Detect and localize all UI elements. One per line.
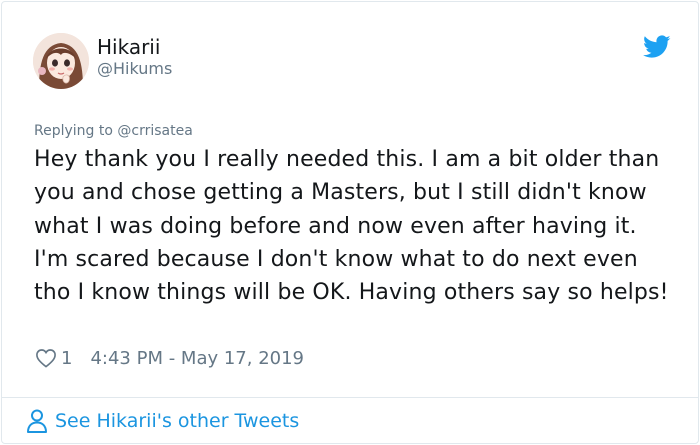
avatar[interactable] <box>33 33 89 89</box>
reply-context: Replying to @crrisatea <box>34 122 193 140</box>
reply-mention-link[interactable]: @crrisatea <box>117 123 192 139</box>
tweet-card: Hikarii @Hikums Replying to @crrisatea H… <box>1 1 699 444</box>
heart-icon <box>36 349 56 368</box>
divider <box>2 397 698 398</box>
see-other-tweets-link[interactable]: See Hikarii's other Tweets <box>25 407 299 435</box>
timestamp-link[interactable]: 4:43 PM - May 17, 2019 <box>90 348 304 369</box>
display-name[interactable]: Hikarii <box>97 35 160 59</box>
see-other-tweets-label: See Hikarii's other Tweets <box>55 410 300 432</box>
user-handle[interactable]: @Hikums <box>97 59 172 79</box>
person-icon <box>27 409 47 433</box>
tweet-meta: 1 4:43 PM - May 17, 2019 <box>35 346 304 370</box>
anime-girl-avatar-icon <box>33 33 89 89</box>
twitter-bird-icon[interactable] <box>643 35 671 59</box>
like-count: 1 <box>61 347 73 369</box>
reply-context-prefix: Replying to <box>34 123 113 139</box>
tweet-text: Hey thank you I really needed this. I am… <box>34 147 669 306</box>
like-button[interactable]: 1 <box>35 348 90 369</box>
